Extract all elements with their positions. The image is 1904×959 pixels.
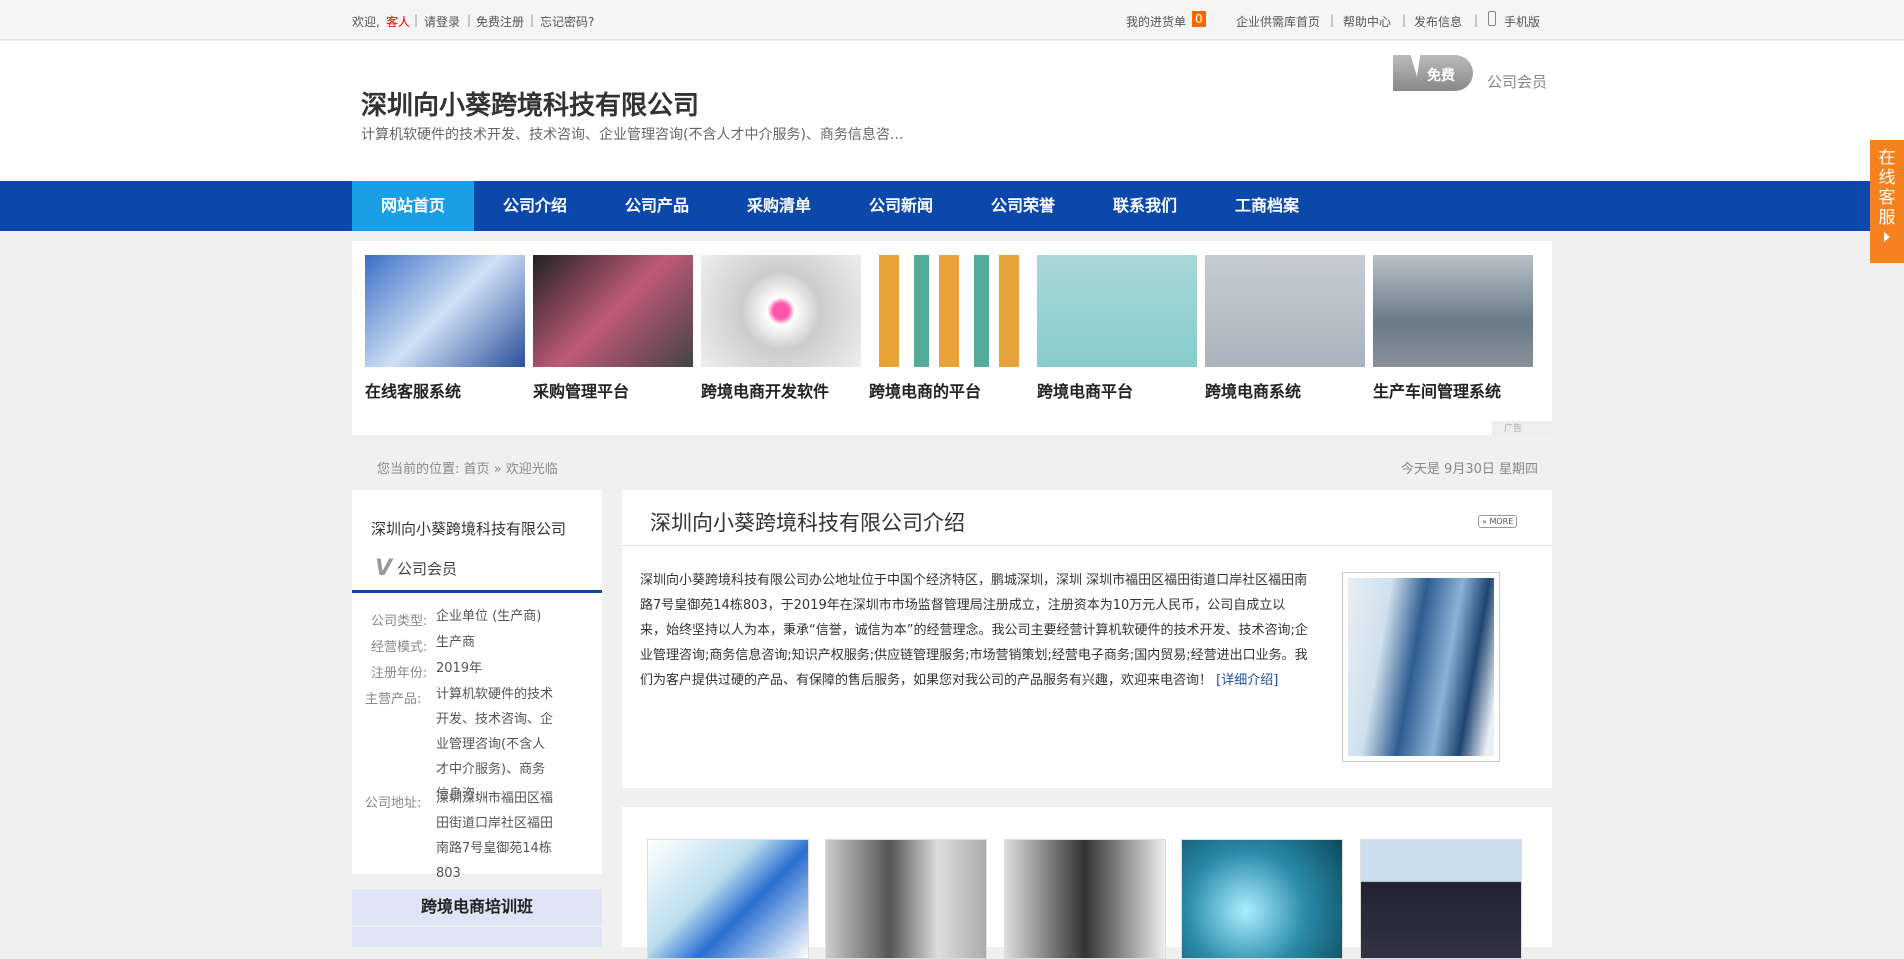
banner-image[interactable] — [1205, 255, 1365, 367]
mobile-icon — [1488, 11, 1496, 26]
nav-products[interactable]: 公司产品 — [596, 181, 718, 231]
header: 深圳向小葵跨境科技有限公司 计算机软硬件的技术开发、技术咨询、企业管理咨询(不含… — [0, 41, 1904, 181]
sidebar-next-item — [352, 927, 602, 947]
banner-caption[interactable]: 采购管理平台 — [533, 378, 629, 402]
sidebar-company-card: 深圳向小葵跨境科技有限公司 V 公司会员 公司类型: 企业单位 (生产商) 经营… — [352, 490, 602, 881]
sidebar-member-label: 公司会员 — [397, 560, 458, 578]
top-bar: 欢迎, 客人 | 请登录 | 免费注册 | 忘记密码? 我的进货单 0 企业供需… — [0, 0, 1904, 40]
breadcrumb-home[interactable]: 首页 — [464, 462, 490, 477]
breadcrumb-current: 欢迎光临 — [505, 462, 558, 477]
field-value: 企业单位 (生产商) — [436, 609, 542, 624]
date-display: 今天是 9月30日 星期四 — [1400, 462, 1538, 477]
register-link[interactable]: 免费注册 — [476, 13, 524, 30]
product-image[interactable] — [1360, 839, 1522, 959]
welcome-text: 欢迎, — [352, 15, 380, 29]
intro-panel: 深圳向小葵跨境科技有限公司介绍 » MORE 深圳向小葵跨境科技有限公司办公地址… — [622, 490, 1552, 788]
arrow-right-icon — [1884, 232, 1890, 242]
online-service-button[interactable]: 在线客服 — [1870, 140, 1904, 263]
guest-link[interactable]: 客人 — [386, 13, 410, 30]
publish-link[interactable]: 发布信息 — [1414, 13, 1462, 30]
product-image[interactable] — [1004, 839, 1166, 959]
field-label: 主营产品: — [365, 692, 422, 707]
supply-home-link[interactable]: 企业供需库首页 — [1236, 13, 1320, 30]
member-label: 公司会员 — [1487, 73, 1548, 91]
banner-caption[interactable]: 跨境电商的平台 — [869, 378, 981, 402]
cart-count-badge: 0 — [1192, 11, 1206, 27]
breadcrumb: 您当前的位置: 首页 » 欢迎光临 — [377, 462, 558, 477]
sidebar-company-name: 深圳向小葵跨境科技有限公司 — [371, 520, 567, 538]
product-image[interactable] — [1181, 839, 1343, 959]
nav-purchase[interactable]: 采购清单 — [718, 181, 840, 231]
field-value: 2019年 — [436, 661, 483, 676]
more-button[interactable]: » MORE — [1478, 515, 1518, 528]
training-link[interactable]: 跨境电商培训班 — [352, 889, 602, 925]
company-photo — [1342, 572, 1500, 762]
v-member-icon: V — [375, 556, 393, 581]
field-label: 经营模式: — [371, 640, 428, 655]
banner-image[interactable] — [701, 255, 861, 367]
main-nav: 网站首页 公司介绍 公司产品 采购清单 公司新闻 公司荣誉 联系我们 工商档案 — [0, 181, 1904, 231]
intro-text: 深圳向小葵跨境科技有限公司办公地址位于中国个经济特区，鹏城深圳，深圳 深圳市福田… — [640, 573, 1308, 688]
field-value: 生产商 — [436, 635, 476, 650]
product-image[interactable] — [825, 839, 987, 959]
field-label: 公司类型: — [371, 614, 428, 629]
nav-about[interactable]: 公司介绍 — [474, 181, 596, 231]
nav-contact[interactable]: 联系我们 — [1084, 181, 1206, 231]
company-name: 深圳向小葵跨境科技有限公司 — [361, 91, 700, 121]
banner-caption[interactable]: 跨境电商开发软件 — [701, 378, 829, 402]
banner-caption[interactable]: 跨境电商平台 — [1037, 378, 1133, 402]
cart-link[interactable]: 我的进货单 — [1126, 13, 1186, 30]
banner-image[interactable] — [1037, 255, 1197, 367]
detail-link[interactable]: [详细介绍] — [1216, 673, 1278, 688]
banner-image[interactable] — [1373, 255, 1533, 367]
field-label: 公司地址: — [365, 796, 422, 811]
free-member-badge: 免费 — [1393, 55, 1473, 91]
banner-image[interactable] — [365, 255, 525, 367]
company-business: 计算机软硬件的技术开发、技术咨询、企业管理咨询(不含人才中介服务)、商务信息咨.… — [361, 127, 904, 143]
forgot-password-link[interactable]: 忘记密码? — [540, 13, 594, 30]
nav-honors[interactable]: 公司荣誉 — [962, 181, 1084, 231]
ad-label[interactable]: 广告 — [1492, 421, 1552, 435]
nav-records[interactable]: 工商档案 — [1206, 181, 1328, 231]
help-link[interactable]: 帮助中心 — [1343, 13, 1391, 30]
login-link[interactable]: 请登录 — [424, 13, 460, 30]
product-image[interactable] — [647, 839, 809, 959]
banner-image[interactable] — [533, 255, 693, 367]
mobile-link[interactable]: 手机版 — [1504, 13, 1540, 30]
field-label: 注册年份: — [371, 666, 428, 681]
nav-home[interactable]: 网站首页 — [352, 181, 474, 231]
banner-image[interactable] — [869, 255, 1029, 367]
banner-caption[interactable]: 生产车间管理系统 — [1373, 378, 1501, 402]
products-panel — [622, 807, 1552, 959]
nav-news[interactable]: 公司新闻 — [840, 181, 962, 231]
intro-title: 深圳向小葵跨境科技有限公司介绍 — [650, 511, 965, 535]
banner-caption[interactable]: 跨境电商系统 — [1205, 378, 1301, 402]
divider — [352, 590, 602, 593]
banner-ads: 在线客服系统 采购管理平台 跨境电商开发软件 跨境电商的平台 跨境电商平台 跨境… — [352, 241, 1552, 435]
banner-caption[interactable]: 在线客服系统 — [365, 378, 461, 402]
field-value: 深圳深圳市福田区福田街道口岸社区福田南路7号皇御苑14栋803 — [436, 791, 554, 881]
